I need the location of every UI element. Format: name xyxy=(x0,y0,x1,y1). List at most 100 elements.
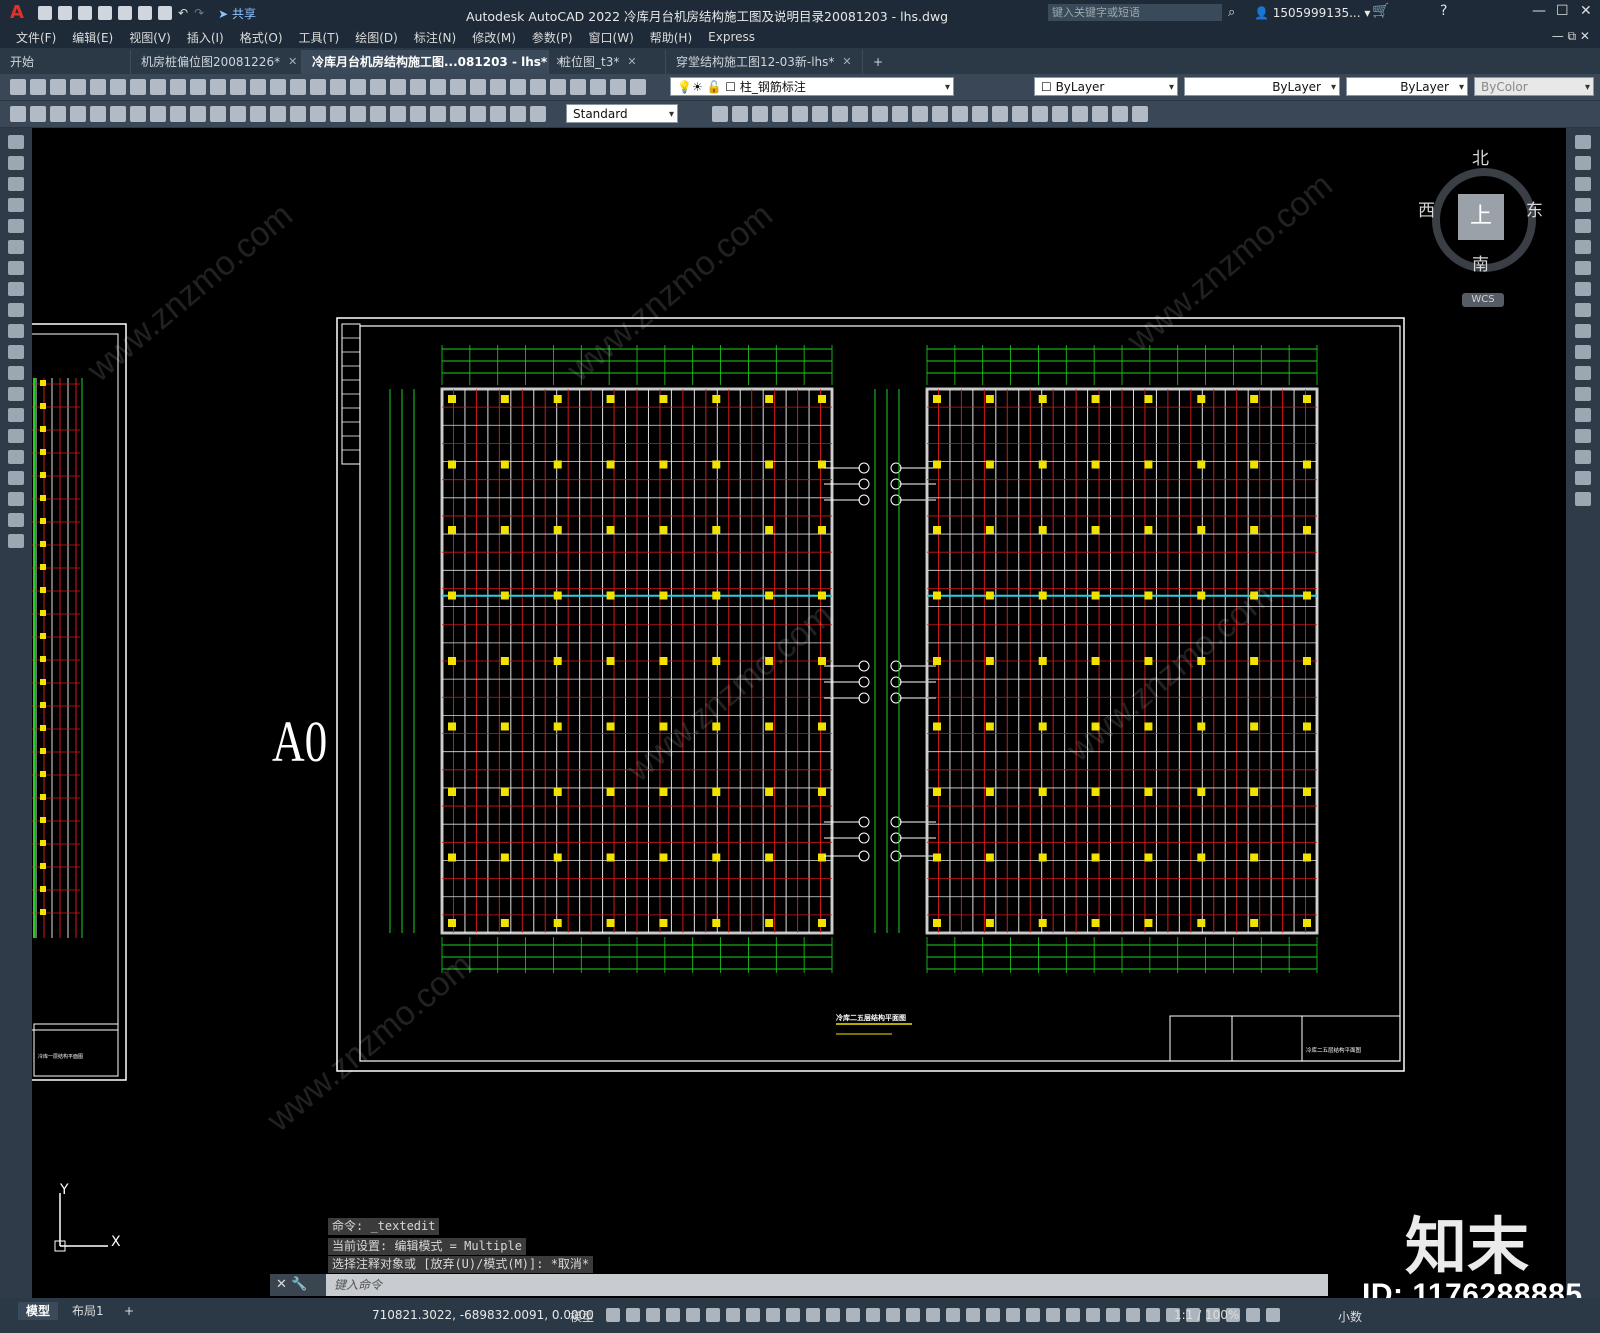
menu-file[interactable]: 文件(F) xyxy=(16,29,56,46)
dimension-tool-icon[interactable] xyxy=(370,106,386,122)
draw-tool-icon[interactable] xyxy=(8,534,24,548)
modify-tool-icon[interactable] xyxy=(1575,345,1591,359)
coordinates-readout[interactable]: 710821.3022, -689832.0091, 0.0000 xyxy=(372,1308,594,1322)
toolbar-tool-icon[interactable] xyxy=(510,79,526,95)
status-toggle-icon[interactable] xyxy=(1126,1308,1140,1322)
status-toggle-icon[interactable] xyxy=(966,1308,980,1322)
close-icon[interactable]: ✕ xyxy=(288,50,297,74)
toolbar-tool-icon[interactable] xyxy=(470,79,486,95)
dimension-tool-icon[interactable] xyxy=(290,106,306,122)
toolbar-tool-icon[interactable] xyxy=(10,79,26,95)
draw-tool-icon[interactable] xyxy=(8,450,24,464)
toolbar-tool-icon[interactable] xyxy=(130,79,146,95)
menu-modify[interactable]: 修改(M) xyxy=(472,29,516,46)
menu-draw[interactable]: 绘图(D) xyxy=(355,29,398,46)
dimension-tool-icon[interactable] xyxy=(90,106,106,122)
status-toggle-icon[interactable] xyxy=(1106,1308,1120,1322)
save-icon[interactable] xyxy=(78,6,92,20)
dimension-tool-icon[interactable] xyxy=(470,106,486,122)
modify-tool-icon[interactable] xyxy=(832,106,848,122)
draw-tool-icon[interactable] xyxy=(8,156,24,170)
modify-tool-icon[interactable] xyxy=(1072,106,1088,122)
modify-tool-icon[interactable] xyxy=(1575,198,1591,212)
dimension-tool-icon[interactable] xyxy=(170,106,186,122)
modify-tool-icon[interactable] xyxy=(1575,450,1591,464)
toolbar-tool-icon[interactable] xyxy=(330,79,346,95)
toolbar-tool-icon[interactable] xyxy=(450,79,466,95)
status-toggle-icon[interactable] xyxy=(1246,1308,1260,1322)
status-toggle-icon[interactable] xyxy=(726,1308,740,1322)
dimension-tool-icon[interactable] xyxy=(190,106,206,122)
toolbar-tool-icon[interactable] xyxy=(530,79,546,95)
modify-tool-icon[interactable] xyxy=(1575,387,1591,401)
tab-pile-offset[interactable]: 机房桩偏位图20081226* ✕ xyxy=(131,50,302,74)
status-toggle-icon[interactable] xyxy=(906,1308,920,1322)
close-icon[interactable]: ✕ xyxy=(1580,3,1592,19)
plotstyle-dropdown[interactable]: ByColor xyxy=(1474,77,1594,97)
status-toggle-icon[interactable] xyxy=(746,1308,760,1322)
draw-tool-icon[interactable] xyxy=(8,219,24,233)
status-toggle-icon[interactable] xyxy=(626,1308,640,1322)
status-toggle-icon[interactable] xyxy=(1146,1308,1160,1322)
command-line-controls[interactable]: ✕ 🔧 ▭▾ xyxy=(270,1274,326,1314)
modify-tool-icon[interactable] xyxy=(772,106,788,122)
modify-tool-icon[interactable] xyxy=(752,106,768,122)
minimize-icon[interactable]: — xyxy=(1532,3,1546,19)
compass-north[interactable]: 北 xyxy=(1472,144,1489,169)
tab-layout1[interactable]: 布局1 xyxy=(64,1302,112,1320)
add-layout-button[interactable]: + xyxy=(116,1302,142,1320)
draw-tool-icon[interactable] xyxy=(8,324,24,338)
dimension-tool-icon[interactable] xyxy=(10,106,26,122)
status-toggle-icon[interactable] xyxy=(826,1308,840,1322)
status-toggle-icon[interactable] xyxy=(1266,1308,1280,1322)
plot-icon[interactable] xyxy=(158,6,172,20)
status-toggle-icon[interactable] xyxy=(606,1308,620,1322)
toolbar-tool-icon[interactable] xyxy=(290,79,306,95)
modify-tool-icon[interactable] xyxy=(1032,106,1048,122)
status-toggle-icon[interactable] xyxy=(886,1308,900,1322)
toolbar-tool-icon[interactable] xyxy=(90,79,106,95)
tab-hall-structure[interactable]: 穿堂结构施工图12-03新-lhs* ✕ xyxy=(666,50,863,74)
tab-start[interactable]: 开始 xyxy=(0,50,131,74)
modify-tool-icon[interactable] xyxy=(1575,303,1591,317)
draw-tool-icon[interactable] xyxy=(8,198,24,212)
web-save-icon[interactable] xyxy=(138,6,152,20)
status-toggle-icon[interactable] xyxy=(1086,1308,1100,1322)
new-tab-button[interactable]: + xyxy=(863,50,893,74)
status-toggle-icon[interactable] xyxy=(1006,1308,1020,1322)
toolbar-tool-icon[interactable] xyxy=(430,79,446,95)
modify-tool-icon[interactable] xyxy=(1575,492,1591,506)
status-toggle-icon[interactable] xyxy=(646,1308,660,1322)
modify-tool-icon[interactable] xyxy=(1012,106,1028,122)
draw-tool-icon[interactable] xyxy=(8,387,24,401)
doc-window-controls[interactable]: — ⧉ ✕ xyxy=(1552,29,1590,44)
new-file-icon[interactable] xyxy=(38,6,52,20)
modify-tool-icon[interactable] xyxy=(892,106,908,122)
dimension-tool-icon[interactable] xyxy=(50,106,66,122)
search-input[interactable]: 键入关键字或短语 xyxy=(1048,4,1222,21)
dimension-tool-icon[interactable] xyxy=(430,106,446,122)
toolbar-tool-icon[interactable] xyxy=(370,79,386,95)
draw-tool-icon[interactable] xyxy=(8,282,24,296)
compass-south[interactable]: 南 xyxy=(1472,250,1489,275)
toolbar-tool-icon[interactable] xyxy=(390,79,406,95)
draw-tool-icon[interactable] xyxy=(8,135,24,149)
menu-format[interactable]: 格式(O) xyxy=(240,29,283,46)
share-button[interactable]: ➤ 共享 xyxy=(218,5,256,22)
web-open-icon[interactable] xyxy=(118,6,132,20)
toolbar-tool-icon[interactable] xyxy=(170,79,186,95)
draw-tool-icon[interactable] xyxy=(8,492,24,506)
dimension-tool-icon[interactable] xyxy=(210,106,226,122)
modify-tool-icon[interactable] xyxy=(1575,366,1591,380)
menu-dimension[interactable]: 标注(N) xyxy=(414,29,456,46)
lineweight-dropdown[interactable]: ByLayer xyxy=(1346,77,1468,97)
color-dropdown[interactable]: ☐ ByLayer xyxy=(1034,77,1178,97)
user-account[interactable]: 👤 1505999135... ▾ xyxy=(1254,6,1370,20)
compass-east[interactable]: 东 xyxy=(1526,196,1543,221)
menu-parametric[interactable]: 参数(P) xyxy=(532,29,573,46)
autocad-logo-icon[interactable]: A xyxy=(6,2,28,24)
menu-insert[interactable]: 插入(I) xyxy=(187,29,224,46)
modify-tool-icon[interactable] xyxy=(952,106,968,122)
dimension-tool-icon[interactable] xyxy=(510,106,526,122)
modify-tool-icon[interactable] xyxy=(1575,177,1591,191)
